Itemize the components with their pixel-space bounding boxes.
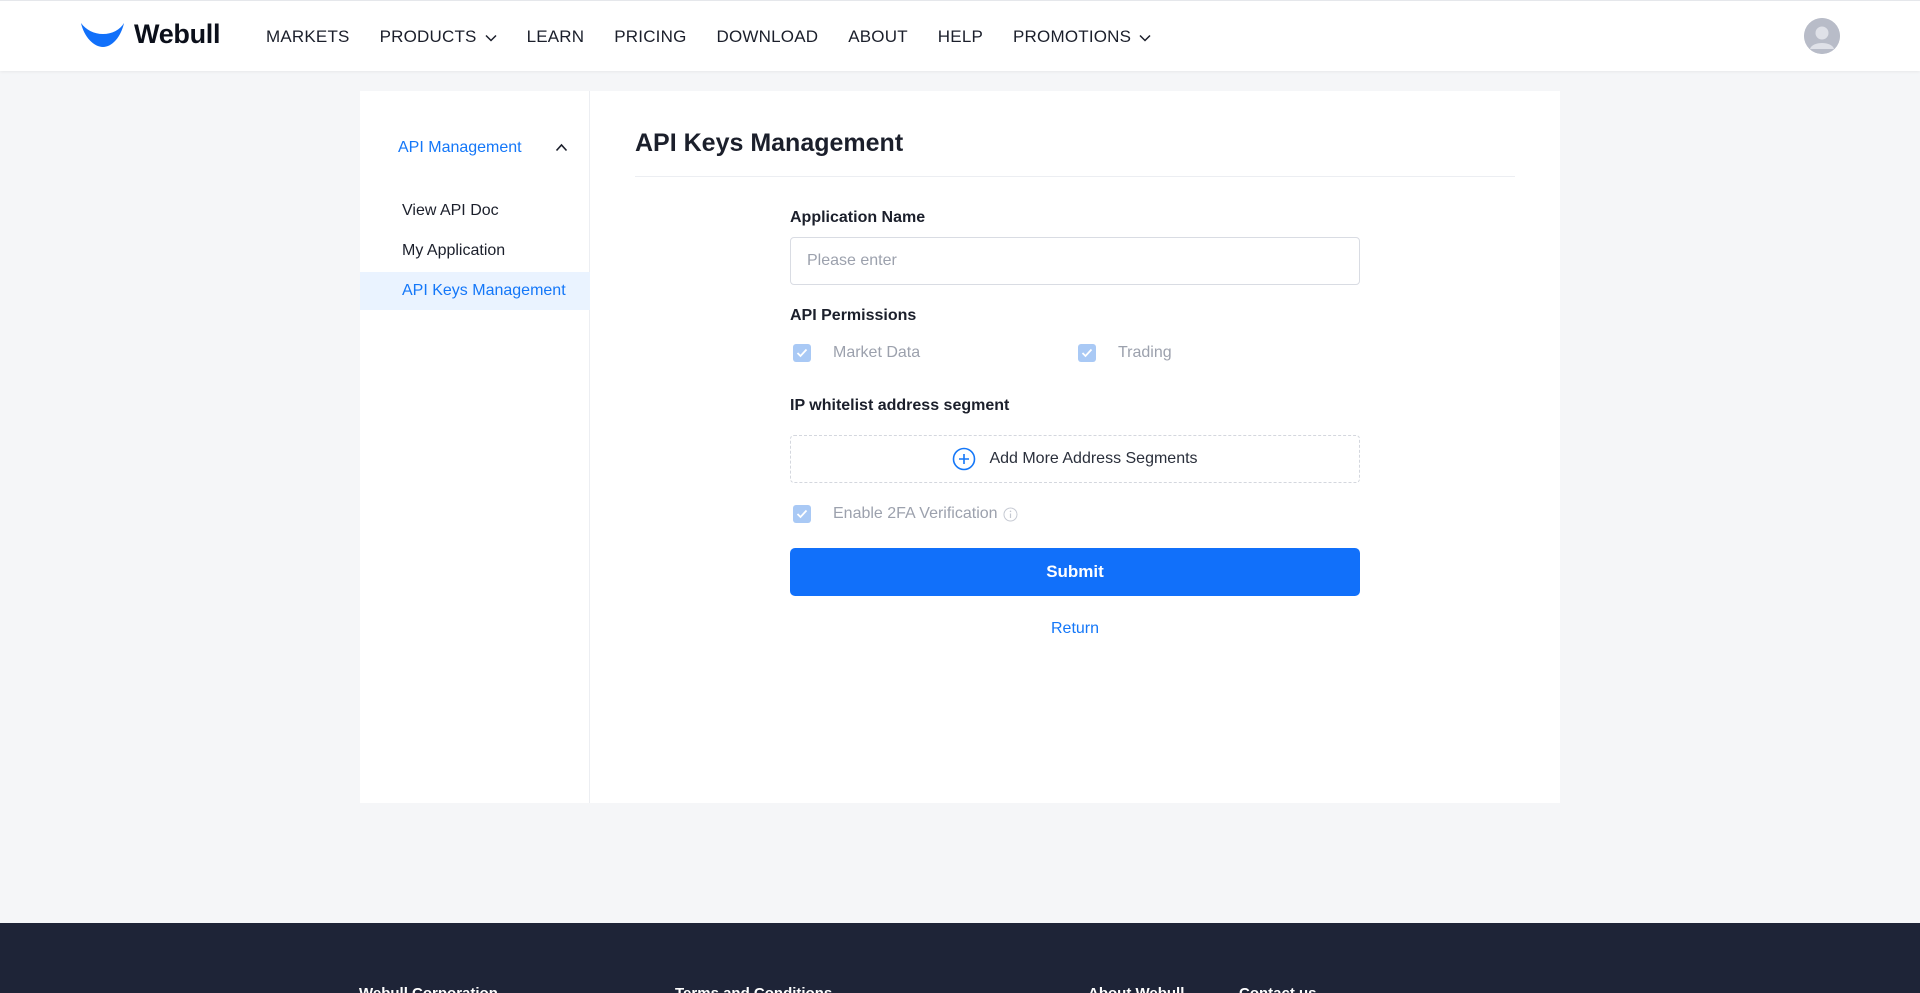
nav-label: PRODUCTS xyxy=(379,26,477,46)
return-link[interactable]: Return xyxy=(790,620,1360,638)
add-address-segment-button[interactable]: Add More Address Segments xyxy=(790,435,1360,483)
sidebar-item-label: View API Doc xyxy=(402,202,499,219)
ip-whitelist-label: IP whitelist address segment xyxy=(790,397,1010,414)
nav-learn[interactable]: LEARN xyxy=(527,27,585,47)
sidebar-group-api-management[interactable]: API Management xyxy=(398,135,568,161)
nav-label: HELP xyxy=(937,26,984,46)
nav-help[interactable]: HELP xyxy=(938,27,983,47)
sidebar-item-view-api-doc[interactable]: View API Doc xyxy=(360,192,590,230)
permission-label: Trading xyxy=(1118,344,1172,361)
permission-market-data[interactable]: Market Data xyxy=(793,344,920,362)
nav-promotions[interactable]: PROMOTIONS xyxy=(1013,27,1151,47)
nav-label: MARKETS xyxy=(266,26,350,46)
footer-link-contact-us[interactable]: Contact us xyxy=(1239,985,1317,993)
checkbox-checked-icon[interactable] xyxy=(793,505,811,523)
nav-download[interactable]: DOWNLOAD xyxy=(717,27,819,47)
checkbox-checked-icon[interactable] xyxy=(793,344,811,362)
nav-products[interactable]: PRODUCTS xyxy=(380,27,497,47)
enable-2fa-label: Enable 2FA Verification xyxy=(833,505,998,522)
sidebar-item-api-keys-management[interactable]: API Keys Management xyxy=(360,272,590,310)
chevron-down-icon xyxy=(485,27,497,47)
submit-button[interactable]: Submit xyxy=(790,548,1360,596)
webull-logo-icon xyxy=(81,22,124,47)
enable-2fa-option[interactable]: Enable 2FA Verification xyxy=(793,505,1018,523)
nav-about[interactable]: ABOUT xyxy=(848,27,908,47)
nav-markets[interactable]: MARKETS xyxy=(266,27,350,47)
sidebar-item-label: API Keys Management xyxy=(402,282,566,299)
brand-name: Webull xyxy=(134,19,221,49)
api-permissions-label: API Permissions xyxy=(790,307,917,324)
nav-label: ABOUT xyxy=(848,26,908,46)
info-icon[interactable] xyxy=(1003,507,1018,522)
main-nav: MARKETS PRODUCTS LEARN PRICING DOWNLOAD … xyxy=(266,1,1181,72)
checkbox-checked-icon[interactable] xyxy=(1078,344,1096,362)
sidebar-group-label: API Management xyxy=(398,139,522,156)
page-title: API Keys Management xyxy=(635,129,904,157)
nav-label: LEARN xyxy=(526,26,585,46)
application-name-label: Application Name xyxy=(790,209,926,226)
chevron-up-icon xyxy=(555,139,568,157)
chevron-down-icon xyxy=(1139,27,1151,47)
title-divider xyxy=(635,176,1515,177)
sidebar-item-label: My Application xyxy=(402,242,506,259)
sidebar-item-my-application[interactable]: My Application xyxy=(360,232,590,270)
api-management-card: API Management View API Doc My Applicati… xyxy=(360,91,1560,803)
footer: Webull Corporation Terms and Conditions … xyxy=(0,923,1920,993)
permission-label: Market Data xyxy=(833,344,921,361)
application-name-input[interactable] xyxy=(790,237,1360,285)
footer-link-about-webull[interactable]: About Webull xyxy=(1088,985,1184,993)
webull-logo[interactable]: Webull xyxy=(80,19,221,50)
main-content: API Keys Management Application Name API… xyxy=(590,91,1560,803)
footer-link-terms[interactable]: Terms and Conditions xyxy=(675,985,832,993)
user-avatar-icon[interactable] xyxy=(1804,18,1840,54)
nav-label: PRICING xyxy=(614,26,687,46)
nav-label: DOWNLOAD xyxy=(716,26,819,46)
plus-circle-icon xyxy=(952,447,976,471)
add-address-segment-label: Add More Address Segments xyxy=(989,450,1198,467)
nav-pricing[interactable]: PRICING xyxy=(614,27,686,47)
sidebar: API Management View API Doc My Applicati… xyxy=(360,91,590,803)
footer-link-webull-corporation[interactable]: Webull Corporation xyxy=(359,985,498,993)
nav-label: PROMOTIONS xyxy=(1013,26,1132,46)
permission-trading[interactable]: Trading xyxy=(1078,344,1172,362)
top-navigation-bar: Webull MARKETS PRODUCTS LEARN PRICING DO… xyxy=(0,0,1920,71)
